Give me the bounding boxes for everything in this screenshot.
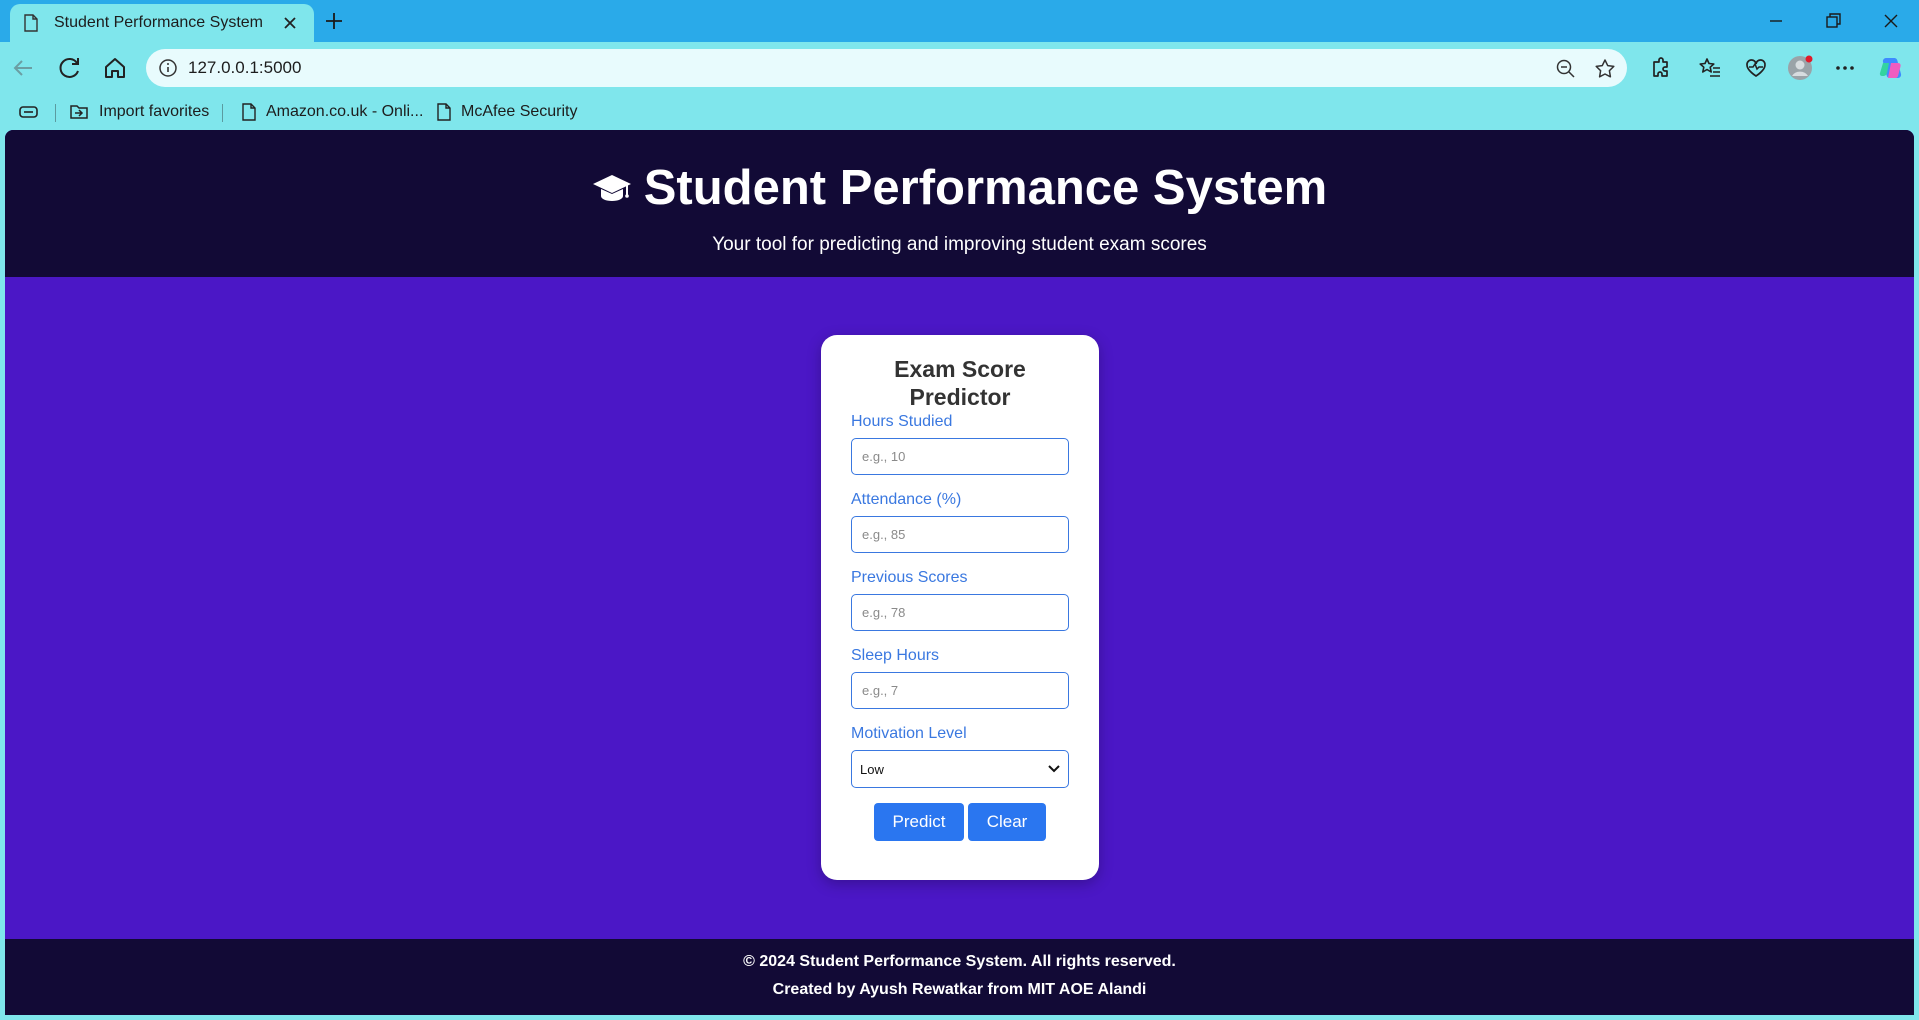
more-options-icon[interactable]: [1831, 54, 1859, 82]
hours-studied-label: Hours Studied: [851, 413, 953, 430]
motivation-level-select[interactable]: Low: [851, 750, 1069, 788]
copyright-text: © 2024 Student Performance System. All r…: [743, 953, 1176, 970]
bookmark-import-favorites[interactable]: Import favorites: [69, 100, 209, 124]
hours-studied-input[interactable]: [851, 438, 1069, 475]
close-window-icon[interactable]: [1880, 10, 1902, 32]
browser-titlebar: Student Performance System: [0, 0, 1919, 42]
previous-scores-input[interactable]: [851, 594, 1069, 631]
page-viewport: Student Performance System Your tool for…: [5, 130, 1914, 1015]
site-header: Student Performance System Your tool for…: [5, 130, 1914, 277]
import-favorites-icon: [70, 105, 88, 119]
site-footer: © 2024 Student Performance System. All r…: [5, 939, 1914, 1015]
graduation-cap-icon: [592, 175, 631, 201]
bookmark-pin-icon[interactable]: [18, 104, 40, 120]
profile-avatar-icon[interactable]: [1786, 54, 1814, 82]
motivation-level-label: Motivation Level: [851, 725, 967, 742]
sleep-hours-input[interactable]: [851, 672, 1069, 709]
clear-button[interactable]: Clear: [968, 803, 1046, 841]
bookmark-label: Amazon.co.uk - Onli...: [266, 103, 424, 120]
favorites-icon[interactable]: [1696, 54, 1724, 82]
zoom-out-icon[interactable]: [1555, 58, 1577, 80]
tab-title: Student Performance System: [54, 14, 263, 31]
previous-scores-label: Previous Scores: [851, 569, 968, 586]
close-tab-icon[interactable]: [280, 13, 300, 33]
bookmark-amazon[interactable]: Amazon.co.uk - Onli...: [242, 100, 423, 124]
copilot-icon[interactable]: [1877, 54, 1905, 82]
home-icon[interactable]: [101, 54, 129, 82]
site-info-icon[interactable]: [158, 58, 178, 78]
bookmark-label: Import favorites: [99, 103, 210, 120]
bookmarks-bar: Import favorites Amazon.co.uk - Onli... …: [0, 94, 1919, 130]
restore-icon[interactable]: [1822, 10, 1844, 32]
bookmark-separator: [222, 104, 223, 122]
chevron-down-icon: [1048, 765, 1060, 773]
extensions-icon[interactable]: [1646, 54, 1674, 82]
reload-icon[interactable]: [56, 54, 84, 82]
page-icon: [242, 103, 256, 121]
page-icon: [437, 103, 451, 121]
address-bar[interactable]: 127.0.0.1:5000: [146, 49, 1627, 87]
favorite-star-icon[interactable]: [1593, 57, 1617, 81]
predict-button[interactable]: Predict: [874, 803, 964, 841]
new-tab-icon[interactable]: [322, 9, 346, 33]
attendance-input[interactable]: [851, 516, 1069, 553]
browser-toolbar: 127.0.0.1:5000: [0, 42, 1919, 94]
sleep-hours-label: Sleep Hours: [851, 647, 940, 664]
author-credit: Created by Ayush Rewatkar from MIT AOE A…: [772, 981, 1147, 998]
url-text: 127.0.0.1:5000: [188, 58, 302, 77]
bookmark-label: McAfee Security: [461, 103, 578, 120]
predictor-card: Exam Score Predictor Hours Studied Atten…: [821, 335, 1099, 880]
browser-tab[interactable]: Student Performance System: [10, 4, 314, 42]
minimize-icon[interactable]: [1765, 10, 1787, 32]
form-title: Exam Score Predictor: [894, 356, 1026, 410]
bookmark-mcafee[interactable]: McAfee Security: [437, 100, 577, 124]
site-subtitle: Your tool for predicting and improving s…: [712, 234, 1207, 255]
back-icon[interactable]: [10, 54, 38, 82]
site-title-row: Student Performance System: [5, 160, 1914, 216]
motivation-selected-value: Low: [860, 761, 884, 777]
page-icon: [24, 14, 38, 32]
bookmark-separator: [55, 104, 56, 122]
browser-essentials-icon[interactable]: [1742, 54, 1770, 82]
site-title: Student Performance System: [643, 161, 1328, 215]
attendance-label: Attendance (%): [851, 491, 962, 508]
